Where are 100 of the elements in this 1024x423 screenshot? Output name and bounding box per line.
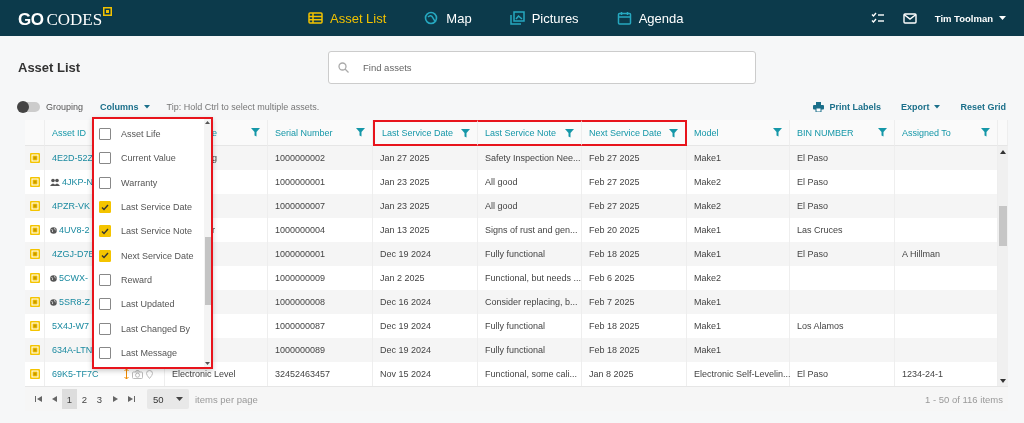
asset-id-link[interactable]: 634A-LTN	[52, 345, 93, 355]
column-option-label[interactable]: Reward	[121, 274, 152, 285]
column-option-label[interactable]: Asset Life	[121, 129, 161, 140]
column-option-label[interactable]: Warranty	[121, 177, 158, 188]
scroll-up-icon[interactable]	[1000, 150, 1006, 154]
asset-id-link[interactable]: 5X4J-W7	[52, 321, 89, 331]
scrollbar[interactable]	[204, 119, 211, 367]
nav-tab[interactable]: Map	[424, 10, 472, 26]
nav-tab[interactable]: Asset List	[308, 10, 387, 26]
asset-status-icon	[29, 225, 40, 235]
pin-icon	[146, 369, 153, 379]
table-cell: Make1	[687, 290, 790, 314]
filter-icon[interactable]	[565, 128, 574, 138]
asset-id-link[interactable]: 4PZR-VK	[52, 201, 90, 211]
page-button[interactable]: 1	[62, 389, 77, 409]
checkbox[interactable]	[99, 176, 111, 189]
column-header[interactable]: Model	[687, 120, 790, 146]
asset-status-icon	[29, 201, 40, 211]
filter-icon[interactable]	[251, 128, 260, 137]
asset-id-link[interactable]: 4E2D-52Z	[52, 153, 94, 163]
asset-id-link[interactable]: 4JKP-N	[62, 177, 93, 187]
column-header[interactable]: Assigned To	[895, 120, 998, 146]
asset-status-icon	[29, 321, 40, 331]
asset-status-icon	[29, 369, 40, 379]
checkbox[interactable]	[99, 322, 111, 335]
filter-icon[interactable]	[773, 128, 782, 137]
nav-tab[interactable]: Pictures	[509, 10, 579, 26]
page-button[interactable]: 2	[77, 389, 92, 409]
column-header[interactable]: Serial Number	[268, 120, 373, 146]
scroll-thumb[interactable]	[204, 237, 211, 305]
column-option-label[interactable]: Last Message	[121, 347, 178, 358]
column-option-label[interactable]: Last Changed By	[121, 323, 191, 334]
scrollbar[interactable]	[998, 146, 1008, 386]
table-cell: El Paso	[790, 146, 895, 170]
table-cell: Make1	[687, 338, 790, 362]
table-cell: 1000000008	[268, 290, 373, 314]
column-option-label[interactable]: Last Updated	[121, 299, 175, 310]
asset-id-link[interactable]: 5CWX-	[59, 273, 88, 283]
asset-status-icon	[29, 153, 40, 163]
toolbar-button[interactable]: Export	[900, 102, 941, 112]
asset-id-link[interactable]: 5SR8-Z	[59, 297, 90, 307]
table-cell: Feb 7 2025	[582, 290, 687, 314]
table-cell: Feb 27 2025	[582, 194, 687, 218]
logo-text[interactable]: CODES	[46, 9, 103, 30]
first-page-icon	[34, 396, 42, 402]
filter-icon[interactable]	[669, 128, 678, 138]
filter-icon[interactable]	[356, 128, 365, 137]
asset-id-link[interactable]: 4UV8-2	[59, 225, 90, 235]
search-icon	[338, 61, 349, 73]
nav-tab[interactable]: Agenda	[616, 10, 684, 26]
checkbox[interactable]	[99, 298, 111, 311]
toolbar-button[interactable]: Reset Grid	[960, 102, 1006, 112]
page-size-label: items per page	[195, 393, 258, 405]
checkbox[interactable]	[99, 273, 111, 286]
scroll-up-icon[interactable]	[205, 121, 210, 124]
table-cell: 1000000007	[268, 194, 373, 218]
filter-icon[interactable]	[461, 128, 470, 138]
column-header[interactable]: BIN NUMBER	[790, 120, 895, 146]
printer-icon	[813, 102, 825, 112]
checkbox[interactable]	[99, 152, 111, 165]
scroll-down-icon[interactable]	[1000, 379, 1006, 383]
checkbox[interactable]	[99, 201, 111, 214]
column-header[interactable]: Last Service Note	[478, 120, 582, 146]
camera-icon	[132, 369, 143, 379]
table-cell: 1000000001	[268, 242, 373, 266]
checkbox[interactable]	[99, 128, 111, 141]
page-button[interactable]: 3	[92, 389, 107, 409]
asset-id-link[interactable]: 4ZGJ-D7E	[52, 249, 95, 259]
filter-icon[interactable]	[878, 128, 887, 137]
columns-button[interactable]: Columns	[100, 102, 150, 112]
table-cell: Feb 27 2025	[582, 146, 687, 170]
checkbox[interactable]	[99, 225, 111, 238]
grouping-toggle[interactable]	[18, 102, 40, 112]
column-header[interactable]: Next Service Date	[582, 120, 687, 146]
table-icon	[308, 11, 323, 25]
column-option-label[interactable]: Last Service Date	[121, 202, 193, 213]
asset-id-link[interactable]: 69K5-TF7C	[52, 369, 99, 379]
mail-icon[interactable]	[902, 12, 917, 24]
asset-status-icon	[29, 249, 40, 259]
globe-icon	[424, 11, 440, 25]
checklist-icon[interactable]	[870, 12, 885, 24]
table-cell: Fully functional	[478, 338, 582, 362]
logo-text[interactable]: GO	[18, 9, 44, 30]
table-cell: Jan 23 2025	[373, 194, 478, 218]
page-size-select[interactable]: 50	[147, 389, 189, 409]
globe-icon	[50, 298, 57, 306]
search-field[interactable]: Find assets	[328, 50, 756, 84]
table-cell: Dec 19 2024	[373, 338, 478, 362]
user-menu[interactable]: Tim Toolman	[934, 12, 1006, 24]
toolbar-button[interactable]: Print Labels	[813, 102, 881, 112]
scroll-thumb[interactable]	[999, 206, 1007, 246]
table-cell: Make1	[687, 242, 790, 266]
table-cell: All good	[478, 194, 582, 218]
caret-icon	[934, 105, 941, 109]
checkbox[interactable]	[99, 346, 111, 359]
filter-icon[interactable]	[981, 128, 990, 137]
table-cell: Fully functional	[478, 242, 582, 266]
checkbox[interactable]	[99, 249, 111, 262]
column-option-label[interactable]: Next Service Date	[121, 250, 194, 261]
column-header[interactable]: Last Service Date	[373, 120, 478, 146]
